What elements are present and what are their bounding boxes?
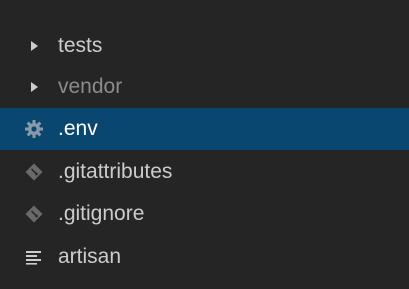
chevron-right-icon[interactable] (22, 34, 46, 58)
git-icon (22, 160, 46, 184)
tree-item-label: .gitignore (58, 202, 145, 225)
git-icon (22, 202, 46, 226)
tree-item-env[interactable]: .env (0, 108, 409, 150)
file-explorer: tests vendor .env .gitattributes .gitign… (0, 0, 409, 289)
tree-item-tests[interactable]: tests (0, 25, 409, 67)
gear-icon (22, 117, 46, 141)
tree-item-label: artisan (58, 245, 122, 268)
chevron-right-icon[interactable] (22, 75, 46, 99)
tree-item-label: .env (58, 117, 98, 140)
tree-item-label: .gitattributes (58, 160, 173, 183)
tree-item-vendor[interactable]: vendor (0, 66, 409, 108)
tree-item-artisan[interactable]: artisan (0, 236, 409, 278)
tree-item-label: tests (58, 34, 103, 57)
tree-item-gitignore[interactable]: .gitignore (0, 193, 409, 235)
tree-item-gitattributes[interactable]: .gitattributes (0, 151, 409, 193)
tree-item-label: vendor (58, 75, 123, 98)
lines-icon (22, 245, 46, 269)
